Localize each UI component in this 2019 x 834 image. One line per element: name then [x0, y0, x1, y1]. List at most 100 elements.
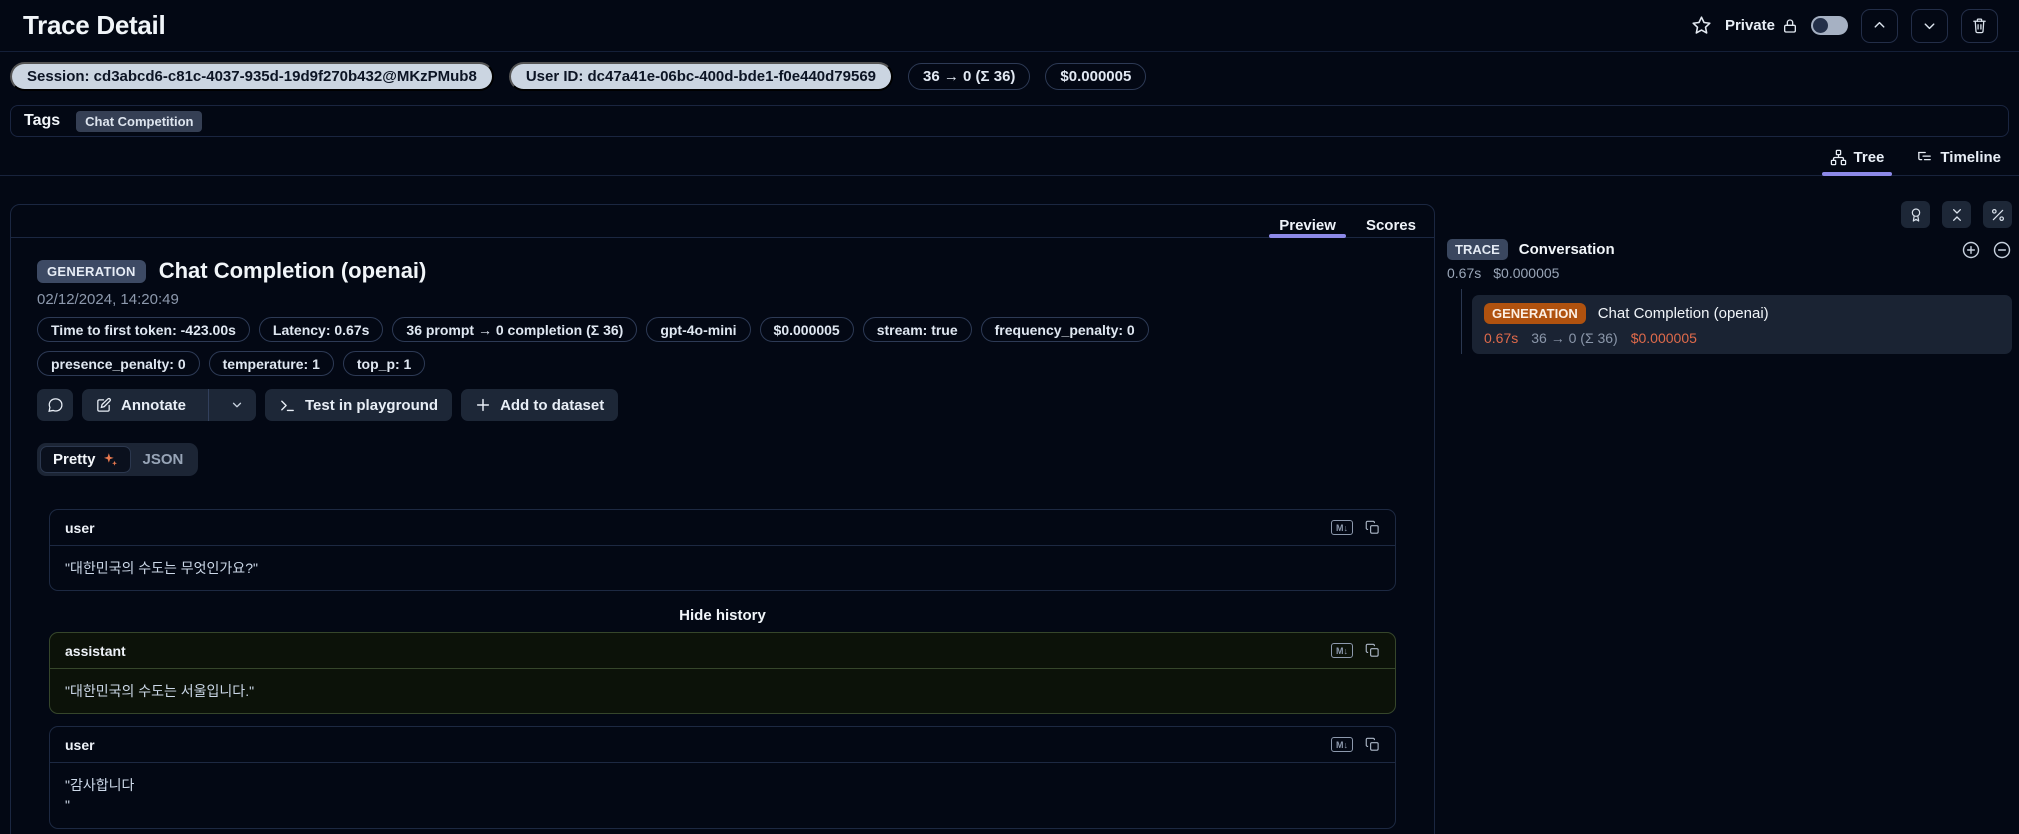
- trace-name: Conversation: [1518, 241, 1615, 258]
- format-toggle: Pretty JSON: [37, 443, 199, 476]
- lock-icon: [1782, 18, 1798, 34]
- message-role: user: [65, 736, 95, 753]
- message-content: "대한민국의 수도는 서울입니다.": [65, 683, 255, 699]
- node-generation-badge: GENERATION: [1484, 303, 1586, 324]
- format-pretty-button[interactable]: Pretty: [40, 446, 131, 473]
- next-trace-button[interactable]: [1911, 8, 1948, 43]
- action-buttons-row: Annotate Test in playground Add to datas…: [37, 389, 1408, 421]
- observation-title: Chat Completion (openai): [158, 258, 427, 283]
- plus-icon: [475, 397, 491, 413]
- fold-vertical-icon: [1949, 207, 1965, 223]
- tag-chat-competition[interactable]: Chat Competition: [76, 110, 203, 132]
- message-header: user M↓: [50, 510, 1395, 546]
- chat-messages: user M↓ "대한민국의 수도는 무엇인가요?" Hide history …: [49, 509, 1396, 834]
- chip-time-to-first-token: Time to first token: -423.00s: [37, 317, 250, 342]
- metrics-percent-button[interactable]: [1983, 201, 2012, 228]
- trace-type-badge: TRACE: [1447, 239, 1508, 260]
- observation-body: GENERATION Chat Completion (openai) 02/1…: [11, 238, 1434, 834]
- panel-tabs: Preview Scores: [11, 205, 1434, 238]
- tree-icon: [1830, 149, 1847, 166]
- tab-preview[interactable]: Preview: [1269, 205, 1346, 238]
- tags-bar: Tags Chat Competition: [10, 105, 2009, 137]
- terminal-icon: [279, 397, 296, 414]
- chip-frequency-penalty: frequency_penalty: 0: [980, 317, 1149, 342]
- annotate-button[interactable]: Annotate: [82, 389, 199, 421]
- node-latency: 0.67s: [1484, 330, 1519, 346]
- content-area: Preview Scores GENERATION Chat Completio…: [0, 176, 2019, 834]
- format-json-button[interactable]: JSON: [131, 446, 196, 473]
- comments-button[interactable]: [37, 389, 73, 421]
- comment-icon: [47, 397, 64, 414]
- toggle-thumb: [1813, 18, 1828, 33]
- previous-trace-button[interactable]: [1861, 8, 1898, 43]
- annotate-label: Annotate: [121, 396, 186, 414]
- annotate-split-button: Annotate: [82, 389, 256, 421]
- collapse-node-button[interactable]: [1992, 240, 2012, 260]
- percent-icon: [1990, 207, 2006, 223]
- chevron-down-icon: [230, 398, 244, 412]
- chip-top-p: top_p: 1: [342, 351, 426, 376]
- observation-panel: Preview Scores GENERATION Chat Completio…: [10, 204, 1435, 834]
- tab-tree[interactable]: Tree: [1821, 149, 1893, 176]
- user-id-chip[interactable]: User ID: dc47a41e-06bc-400d-bde1-f0e440d…: [508, 62, 894, 91]
- privacy-label-group: Private: [1725, 17, 1798, 34]
- tree-node-row: GENERATION Chat Completion (openai) 0.67…: [1447, 289, 2012, 354]
- chevron-up-icon: [1871, 17, 1888, 34]
- message-header: user M↓: [50, 727, 1395, 763]
- generation-type-badge: GENERATION: [37, 259, 146, 283]
- observation-heading: GENERATION Chat Completion (openai): [37, 258, 1408, 284]
- sparkles-icon: [103, 452, 118, 467]
- dataset-label: Add to dataset: [500, 396, 605, 414]
- collapse-all-button[interactable]: [1942, 201, 1971, 228]
- add-to-dataset-button[interactable]: Add to dataset: [461, 389, 619, 421]
- split-divider: [208, 389, 209, 421]
- message-tools: M↓: [1331, 643, 1380, 658]
- annotate-dropdown-button[interactable]: [218, 389, 256, 421]
- copy-icon[interactable]: [1365, 643, 1380, 658]
- node-metrics: 0.67s 36 → 0 (Σ 36) $0.000005: [1484, 330, 2000, 346]
- chip-token-usage: 36 prompt → 0 completion (Σ 36): [392, 317, 638, 342]
- expand-all-button[interactable]: [1961, 240, 1981, 260]
- circle-minus-icon: [1992, 240, 2012, 260]
- message-role: assistant: [65, 642, 126, 659]
- edit-square-icon: [95, 397, 112, 414]
- markdown-toggle-icon[interactable]: M↓: [1331, 643, 1353, 658]
- tab-timeline-label: Timeline: [1940, 149, 2001, 166]
- star-icon: [1691, 15, 1712, 36]
- markdown-toggle-icon[interactable]: M↓: [1331, 520, 1353, 535]
- tab-scores[interactable]: Scores: [1364, 205, 1418, 237]
- scores-award-button[interactable]: [1901, 201, 1930, 228]
- tags-label: Tags: [24, 112, 61, 129]
- message-content: "감사합니다 ": [65, 777, 135, 813]
- copy-icon[interactable]: [1365, 737, 1380, 752]
- total-cost-chip: $0.000005: [1045, 63, 1147, 90]
- observation-timestamp: 02/12/2024, 14:20:49: [37, 291, 179, 308]
- message-tools: M↓: [1331, 737, 1380, 752]
- bookmark-star-button[interactable]: [1691, 15, 1712, 36]
- chip-latency: Latency: 0.67s: [258, 317, 384, 342]
- copy-icon[interactable]: [1365, 520, 1380, 535]
- page-title: Trace Detail: [23, 10, 166, 40]
- trace-meta-row: Session: cd3abcd6-c81c-4037-935d-19d9f27…: [10, 62, 2009, 91]
- chip-stream: stream: true: [862, 317, 972, 342]
- message-assistant: assistant M↓ "대한민국의 수도는 서울입니다.": [49, 632, 1396, 714]
- award-icon: [1908, 207, 1924, 223]
- tree-connector-line: [1461, 289, 1462, 354]
- markdown-toggle-icon[interactable]: M↓: [1331, 737, 1353, 752]
- header-bar: Trace Detail Private: [0, 0, 2019, 52]
- pretty-label: Pretty: [53, 451, 96, 468]
- hide-history-button[interactable]: Hide history: [679, 607, 766, 624]
- test-in-playground-button[interactable]: Test in playground: [265, 389, 453, 421]
- header-actions: Private: [1691, 8, 1998, 43]
- delete-trace-button[interactable]: [1961, 8, 1998, 43]
- message-user-2: user M↓ "감사합니다 ": [49, 726, 1396, 829]
- public-private-toggle[interactable]: [1811, 16, 1848, 35]
- generation-node-card[interactable]: GENERATION Chat Completion (openai) 0.67…: [1472, 295, 2012, 354]
- chip-temperature: temperature: 1: [208, 351, 334, 376]
- message-user-1: user M↓ "대한민국의 수도는 무엇인가요?": [49, 509, 1396, 591]
- tab-timeline[interactable]: Timeline: [1914, 149, 2003, 175]
- node-heading: GENERATION Chat Completion (openai): [1484, 303, 2000, 324]
- sidebar-toolbar: [1447, 201, 2012, 228]
- trace-root-row[interactable]: TRACE Conversation: [1447, 239, 2012, 260]
- session-chip[interactable]: Session: cd3abcd6-c81c-4037-935d-19d9f27…: [10, 62, 494, 91]
